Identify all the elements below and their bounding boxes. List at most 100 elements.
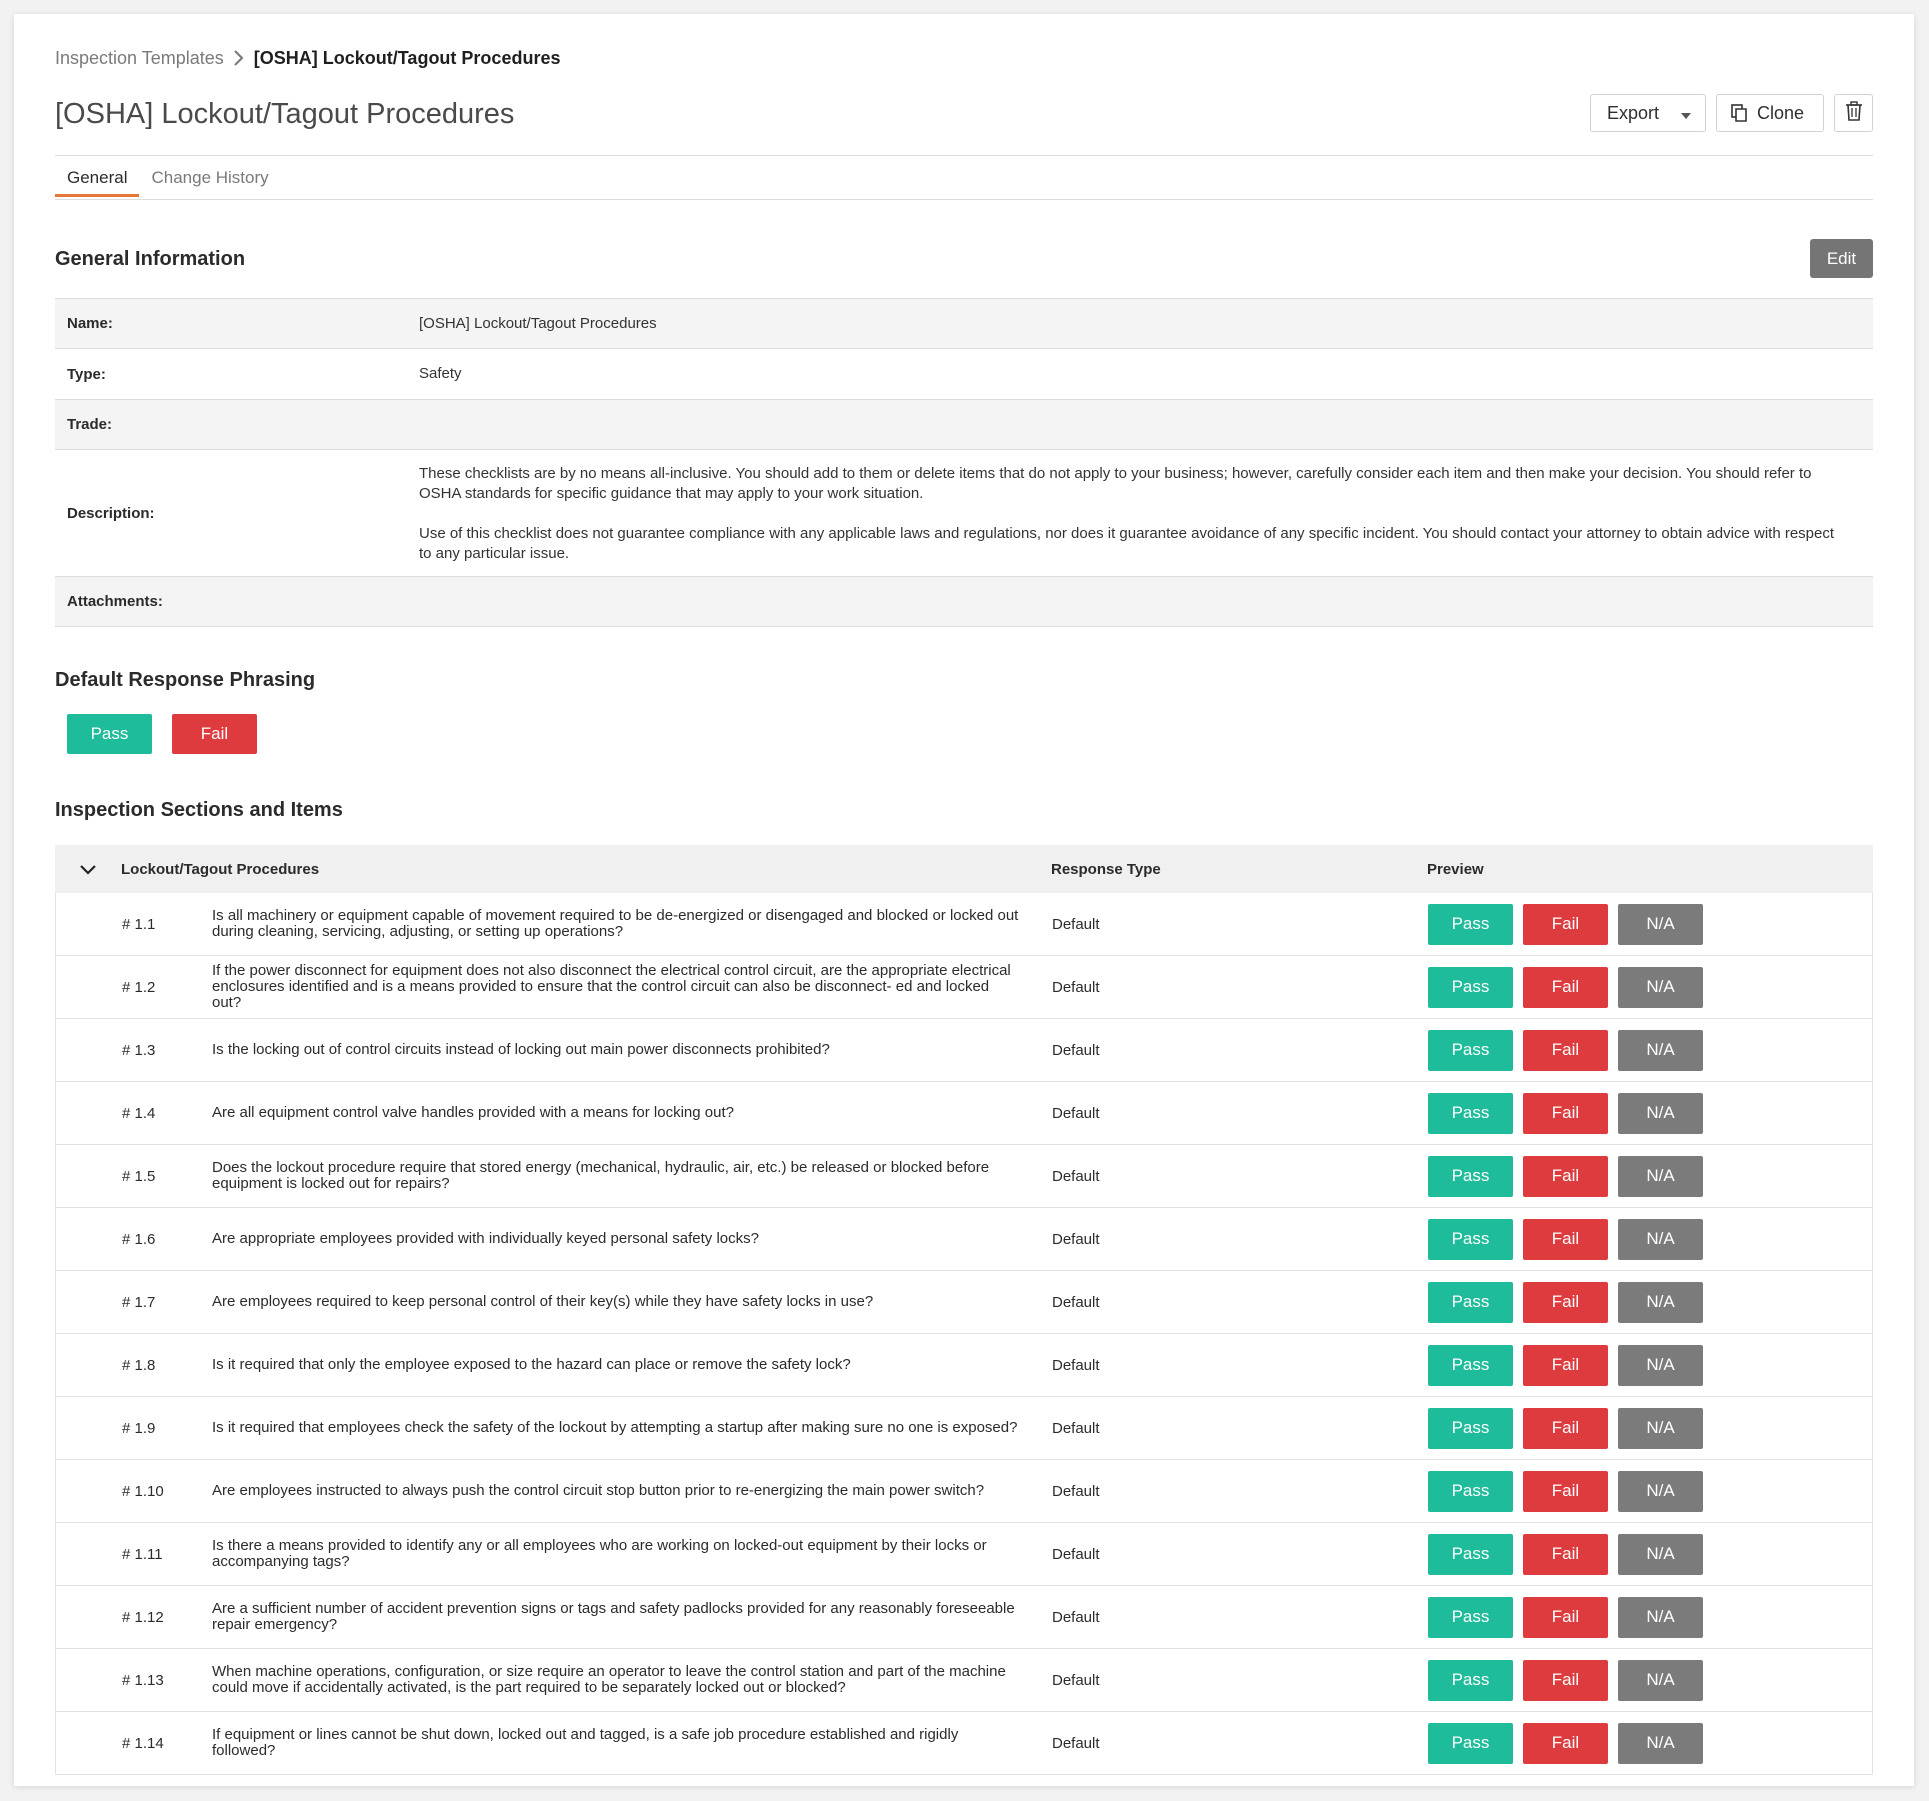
export-button[interactable]: Export (1590, 94, 1706, 132)
preview-pass-button[interactable]: Pass (1428, 1533, 1513, 1575)
preview-pass-button[interactable]: Pass (1428, 1407, 1513, 1449)
preview-na-button[interactable]: N/A (1618, 1533, 1703, 1575)
preview-fail-button[interactable]: Fail (1523, 1281, 1608, 1323)
table-row: # 1.6 Are appropriate employees provided … (55, 1208, 1873, 1271)
item-response-type: Default (1052, 1293, 1100, 1311)
phrasing-pass: Pass (67, 714, 152, 754)
preview-fail-button[interactable]: Fail (1523, 1092, 1608, 1134)
edit-button[interactable]: Edit (1810, 239, 1873, 278)
preview-fail-button[interactable]: Fail (1523, 1722, 1608, 1764)
item-number: # 1.14 (122, 1734, 164, 1752)
preview-fail-button[interactable]: Fail (1523, 966, 1608, 1008)
preview-fail-button[interactable]: Fail (1523, 1470, 1608, 1512)
preview-na-button[interactable]: N/A (1618, 903, 1703, 945)
item-response-type: Default (1052, 1167, 1100, 1185)
preview-pass-button[interactable]: Pass (1428, 1659, 1513, 1701)
info-value-type: Safety (419, 365, 462, 382)
table-row: # 1.7 Are employees required to keep pers… (55, 1271, 1873, 1334)
preview-pass-button[interactable]: Pass (1428, 1470, 1513, 1512)
preview-na-button[interactable]: N/A (1618, 1722, 1703, 1764)
preview-fail-button[interactable]: Fail (1523, 1659, 1608, 1701)
clone-button[interactable]: Clone (1716, 94, 1824, 132)
breadcrumb-parent-link[interactable]: Inspection Templates (55, 48, 224, 69)
info-label: Type: (67, 365, 106, 383)
preview-na-button[interactable]: N/A (1618, 1029, 1703, 1071)
tab-general[interactable]: General (55, 164, 140, 197)
preview-fail-button[interactable]: Fail (1523, 1407, 1608, 1449)
item-preview: Pass Fail N/A (1428, 1533, 1872, 1575)
preview-na-button[interactable]: N/A (1618, 1659, 1703, 1701)
info-value-attachments (419, 577, 1873, 626)
item-response-type: Default (1052, 1608, 1100, 1626)
preview-na-button[interactable]: N/A (1618, 1155, 1703, 1197)
preview-pass-button[interactable]: Pass (1428, 1029, 1513, 1071)
phrasing-fail: Fail (172, 714, 257, 754)
preview-pass-button[interactable]: Pass (1428, 1722, 1513, 1764)
preview-pass-button[interactable]: Pass (1428, 1596, 1513, 1638)
table-row: # 1.3 Is the locking out of control circu… (55, 1019, 1873, 1082)
item-question: When machine operations, configuration, … (212, 1663, 1006, 1696)
preview-na-button[interactable]: N/A (1618, 1470, 1703, 1512)
preview-na-button[interactable]: N/A (1618, 1344, 1703, 1386)
inspection-items-table: Lockout/Tagout Procedures Response Type … (55, 845, 1873, 1775)
preview-fail-button[interactable]: Fail (1523, 1533, 1608, 1575)
preview-na-button[interactable]: N/A (1618, 966, 1703, 1008)
header-actions: Export Clone (1590, 94, 1873, 132)
item-rows: # 1.1 Is all machinery or equipment capab… (55, 893, 1873, 1775)
response-type-header: Response Type (1051, 860, 1161, 878)
preview-fail-button[interactable]: Fail (1523, 1218, 1608, 1260)
item-question: Is all machinery or equipment capable of… (212, 907, 1019, 940)
preview-pass-button[interactable]: Pass (1428, 1344, 1513, 1386)
tab-change-history[interactable]: Change History (139, 164, 280, 194)
item-preview: Pass Fail N/A (1428, 1344, 1872, 1386)
preview-na-button[interactable]: N/A (1618, 1407, 1703, 1449)
item-preview: Pass Fail N/A (1428, 1029, 1872, 1071)
page-card: Inspection Templates [OSHA] Lockout/Tago… (14, 14, 1914, 1786)
preview-header: Preview (1427, 860, 1484, 878)
preview-pass-button[interactable]: Pass (1428, 1218, 1513, 1260)
item-question: Are employees instructed to always push … (212, 1482, 985, 1499)
preview-na-button[interactable]: N/A (1618, 1218, 1703, 1260)
preview-pass-button[interactable]: Pass (1428, 966, 1513, 1008)
item-preview: Pass Fail N/A (1428, 1659, 1872, 1701)
preview-na-button[interactable]: N/A (1618, 1092, 1703, 1134)
item-number: # 1.7 (122, 1293, 156, 1311)
copy-icon (1731, 104, 1747, 122)
info-row-type: Type: Safety (55, 349, 1873, 400)
preview-fail-button[interactable]: Fail (1523, 1344, 1608, 1386)
preview-na-button[interactable]: N/A (1618, 1281, 1703, 1323)
chevron-down-icon[interactable] (55, 864, 121, 875)
info-row-trade: Trade: (55, 400, 1873, 450)
breadcrumb: Inspection Templates [OSHA] Lockout/Tago… (55, 44, 560, 72)
table-row: # 1.11 Is there a means provided to ident… (55, 1523, 1873, 1586)
item-question: Is there a means provided to identify an… (212, 1537, 987, 1570)
preview-pass-button[interactable]: Pass (1428, 1092, 1513, 1134)
preview-na-button[interactable]: N/A (1618, 1596, 1703, 1638)
item-preview: Pass Fail N/A (1428, 966, 1872, 1008)
table-row: # 1.2 If the power disconnect for equipme… (55, 956, 1873, 1019)
table-row: # 1.9 Is it required that employees check… (55, 1397, 1873, 1460)
preview-pass-button[interactable]: Pass (1428, 1155, 1513, 1197)
default-response-phrasing: Pass Fail (67, 714, 277, 754)
description-paragraph: Use of this checklist does not guarantee… (419, 525, 1835, 562)
export-label: Export (1607, 102, 1660, 123)
breadcrumb-current: [OSHA] Lockout/Tagout Procedures (253, 47, 561, 68)
item-number: # 1.8 (122, 1356, 156, 1374)
preview-fail-button[interactable]: Fail (1523, 903, 1608, 945)
item-number: # 1.10 (122, 1482, 164, 1500)
item-question: If equipment or lines cannot be shut dow… (212, 1726, 959, 1759)
info-label: Attachments: (67, 593, 163, 610)
description-paragraph: These checklists are by no means all-inc… (419, 465, 1812, 502)
preview-fail-button[interactable]: Fail (1523, 1029, 1608, 1071)
item-preview: Pass Fail N/A (1428, 1218, 1872, 1260)
preview-pass-button[interactable]: Pass (1428, 903, 1513, 945)
preview-fail-button[interactable]: Fail (1523, 1155, 1608, 1197)
info-label: Description: (67, 504, 155, 522)
preview-pass-button[interactable]: Pass (1428, 1281, 1513, 1323)
delete-button[interactable] (1834, 94, 1873, 132)
item-question: Is it required that only the employee ex… (212, 1356, 851, 1373)
trash-icon (1845, 100, 1863, 126)
tab-bar: General Change History (55, 164, 1873, 200)
preview-fail-button[interactable]: Fail (1523, 1596, 1608, 1638)
item-preview: Pass Fail N/A (1428, 1596, 1872, 1638)
